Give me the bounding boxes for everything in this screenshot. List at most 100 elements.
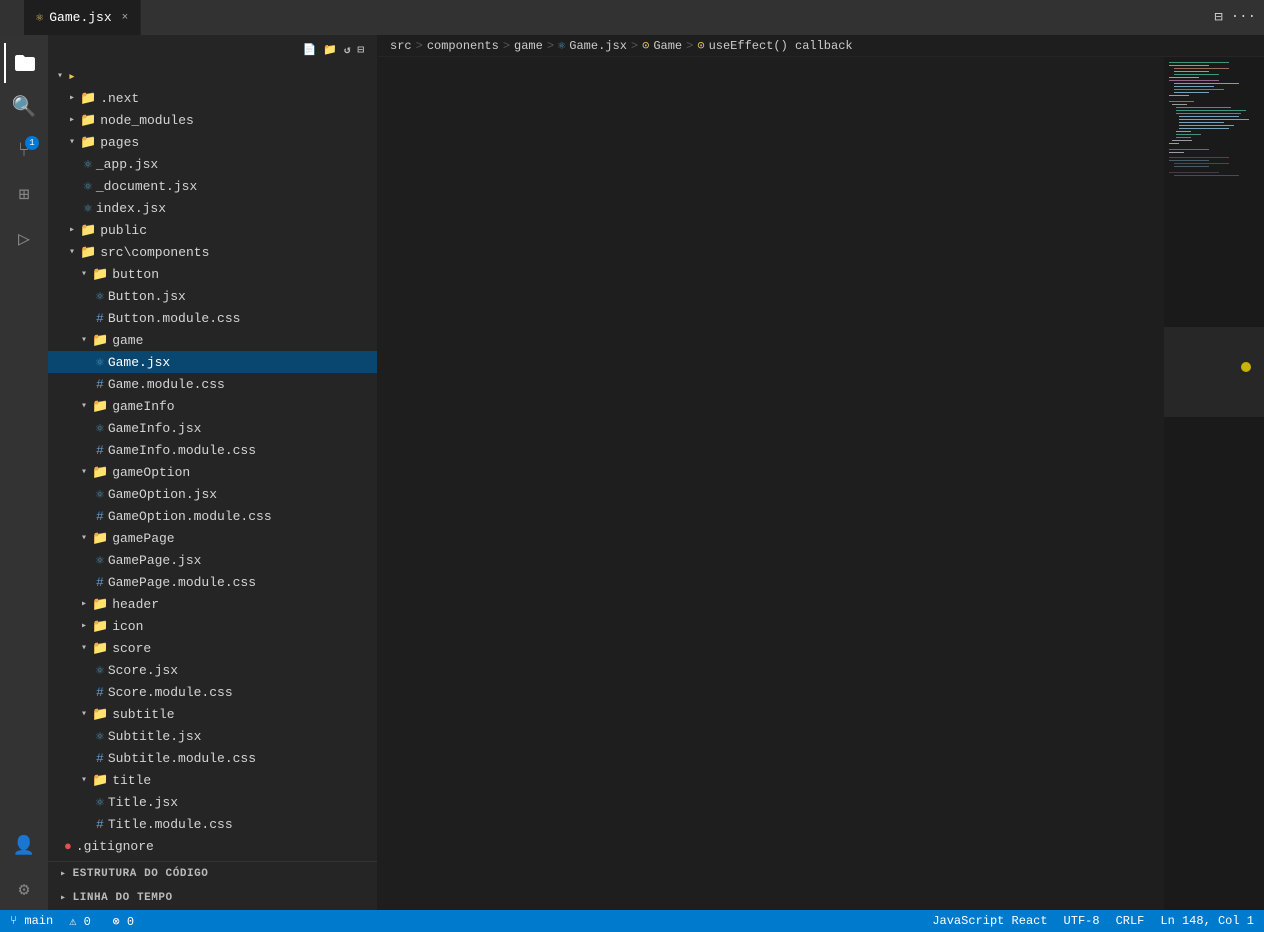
minimap-svg xyxy=(1164,57,1264,910)
split-editor-icon[interactable]: ⊟ xyxy=(1214,9,1222,26)
folder-icon: 📁 xyxy=(92,333,108,348)
css-icon: # xyxy=(96,311,104,326)
tree-item-pages[interactable]: ▾ 📁 pages xyxy=(48,131,377,153)
source-control-badge: 1 xyxy=(25,136,39,150)
jsx-icon: ⚛ xyxy=(84,179,92,194)
files-icon[interactable] xyxy=(4,43,44,83)
tree-item-index-jsx[interactable]: ⚛ index.jsx xyxy=(48,197,377,219)
status-lang[interactable]: JavaScript React xyxy=(932,914,1047,928)
tree-item-gameinfo-jsx[interactable]: ⚛ GameInfo.jsx xyxy=(48,417,377,439)
jsx-icon: ⚛ xyxy=(96,487,104,502)
breadcrumb-useeffect: useEffect() callback xyxy=(709,39,853,53)
jsx-icon: ⚛ xyxy=(96,421,104,436)
jsx-icon: ⚛ xyxy=(96,729,104,744)
folder-icon: 📁 xyxy=(92,773,108,788)
tree-item-src-components[interactable]: ▾ 📁 src\components xyxy=(48,241,377,263)
tree-item-gamepage-jsx[interactable]: ⚛ GamePage.jsx xyxy=(48,549,377,571)
folder-icon: 📁 xyxy=(92,597,108,612)
tree-item-game-jsx[interactable]: ⚛ Game.jsx xyxy=(48,351,377,373)
code-content[interactable] xyxy=(426,57,1164,910)
tree-item-header[interactable]: ▸ 📁 header xyxy=(48,593,377,615)
status-branch[interactable]: ⑂ main xyxy=(10,914,53,928)
tree-item-subtitle[interactable]: ▾ 📁 subtitle xyxy=(48,703,377,725)
tree-item-button[interactable]: ▾ 📁 button xyxy=(48,263,377,285)
tab-game-jsx[interactable]: ⚛ Game.jsx × xyxy=(24,0,141,35)
tree-item-gameoption-css[interactable]: # GameOption.module.css xyxy=(48,505,377,527)
css-icon: # xyxy=(96,377,104,392)
breadcrumb-file: Game.jsx xyxy=(569,39,627,53)
jsx-icon: ⚛ xyxy=(96,553,104,568)
tab-close-button[interactable]: × xyxy=(122,12,129,24)
tree-item-icon[interactable]: ▸ 📁 icon xyxy=(48,615,377,637)
react-icon: ⚛ xyxy=(36,10,43,25)
breadcrumb-sep3: > xyxy=(547,39,554,53)
tree-item-gameinfo-css[interactable]: # GameInfo.module.css xyxy=(48,439,377,461)
tree-item-public[interactable]: ▸ 📁 public xyxy=(48,219,377,241)
tree-item-gamepage[interactable]: ▾ 📁 gamePage xyxy=(48,527,377,549)
source-control-icon[interactable]: ⑂ 1 xyxy=(4,131,44,171)
tree-item-title-jsx[interactable]: ⚛ Title.jsx xyxy=(48,791,377,813)
jsx-icon: ⚛ xyxy=(84,201,92,216)
tree-item-button-jsx[interactable]: ⚛ Button.jsx xyxy=(48,285,377,307)
settings-icon[interactable]: ⚙ xyxy=(4,870,44,910)
folder-icon: 📁 xyxy=(92,267,108,282)
tree-item-node-modules[interactable]: ▸ 📁 node_modules xyxy=(48,109,377,131)
tree-item-game[interactable]: ▾ 📁 game xyxy=(48,329,377,351)
jsx-icon: ⚛ xyxy=(96,289,104,304)
search-icon[interactable]: 🔍 xyxy=(4,87,44,127)
tree-item-game-css[interactable]: # Game.module.css xyxy=(48,373,377,395)
breadcrumb-src: src xyxy=(390,39,412,53)
new-file-icon[interactable]: 📄 xyxy=(303,43,318,57)
tree-item-gitignore[interactable]: ● .gitignore xyxy=(48,835,377,857)
tree-item-gameoption[interactable]: ▾ 📁 gameOption xyxy=(48,461,377,483)
more-actions-icon[interactable]: ··· xyxy=(1231,9,1256,26)
code-structure-arrow: ▸ xyxy=(60,868,67,880)
folder-icon: 📁 xyxy=(80,245,96,260)
timeline-label: LINHA DO TEMPO xyxy=(73,892,173,904)
new-folder-icon[interactable]: 📁 xyxy=(323,43,338,57)
folder-icon: 📁 xyxy=(92,465,108,480)
tree-item-gameoption-jsx[interactable]: ⚛ GameOption.jsx xyxy=(48,483,377,505)
tree-item-title-css[interactable]: # Title.module.css xyxy=(48,813,377,835)
folder-icon: 📁 xyxy=(92,531,108,546)
tree-item-gameinfo[interactable]: ▾ 📁 gameInfo xyxy=(48,395,377,417)
folder-icon: 📁 xyxy=(80,135,96,150)
folder-icon: 📁 xyxy=(80,91,96,106)
status-position[interactable]: Ln 148, Col 1 xyxy=(1160,914,1254,928)
collapse-all-icon[interactable]: ⊟ xyxy=(357,43,365,57)
status-errors[interactable]: ⚠ 0 ⊗ 0 xyxy=(69,914,134,929)
folder-icon: 📁 xyxy=(80,223,96,238)
breadcrumb-sep1: > xyxy=(416,39,423,53)
tree-item-subtitle-jsx[interactable]: ⚛ Subtitle.jsx xyxy=(48,725,377,747)
extensions-icon[interactable]: ⊞ xyxy=(4,175,44,215)
css-icon: # xyxy=(96,817,104,832)
status-encoding[interactable]: UTF-8 xyxy=(1064,914,1100,928)
editor-area: src > components > game > ⚛ Game.jsx > ⊙… xyxy=(378,35,1264,910)
project-root[interactable]: ▾ ▸ xyxy=(48,65,377,87)
refresh-icon[interactable]: ↺ xyxy=(344,43,352,57)
breadcrumb-components: components xyxy=(427,39,499,53)
tree-item-score-jsx[interactable]: ⚛ Score.jsx xyxy=(48,659,377,681)
run-debug-icon[interactable]: ▷ xyxy=(4,219,44,259)
tree-item-title[interactable]: ▾ 📁 title xyxy=(48,769,377,791)
folder-icon: 📁 xyxy=(92,707,108,722)
jsx-icon: ⚛ xyxy=(96,355,104,370)
sidebar-header: 📄 📁 ↺ ⊟ xyxy=(48,35,377,65)
expand-arrow: ▾ xyxy=(52,70,68,82)
account-icon[interactable]: 👤 xyxy=(4,826,44,866)
status-eol[interactable]: CRLF xyxy=(1116,914,1145,928)
css-icon: # xyxy=(96,685,104,700)
tree-item-score[interactable]: ▾ 📁 score xyxy=(48,637,377,659)
folder-icon: 📁 xyxy=(80,113,96,128)
breadcrumb-sep2: > xyxy=(503,39,510,53)
tree-item-document-jsx[interactable]: ⚛ _document.jsx xyxy=(48,175,377,197)
tree-item-button-css[interactable]: # Button.module.css xyxy=(48,307,377,329)
tree-item-score-css[interactable]: # Score.module.css xyxy=(48,681,377,703)
code-structure-panel-header[interactable]: ▸ ESTRUTURA DO CÓDIGO xyxy=(48,862,377,886)
tree-item-next[interactable]: ▸ 📁 .next xyxy=(48,87,377,109)
tree-item-app-jsx[interactable]: ⚛ _app.jsx xyxy=(48,153,377,175)
tab-group: ⚛ Game.jsx × xyxy=(24,0,141,35)
timeline-panel-header[interactable]: ▸ LINHA DO TEMPO xyxy=(48,886,377,910)
tree-item-subtitle-css[interactable]: # Subtitle.module.css xyxy=(48,747,377,769)
tree-item-gamepage-css[interactable]: # GamePage.module.css xyxy=(48,571,377,593)
